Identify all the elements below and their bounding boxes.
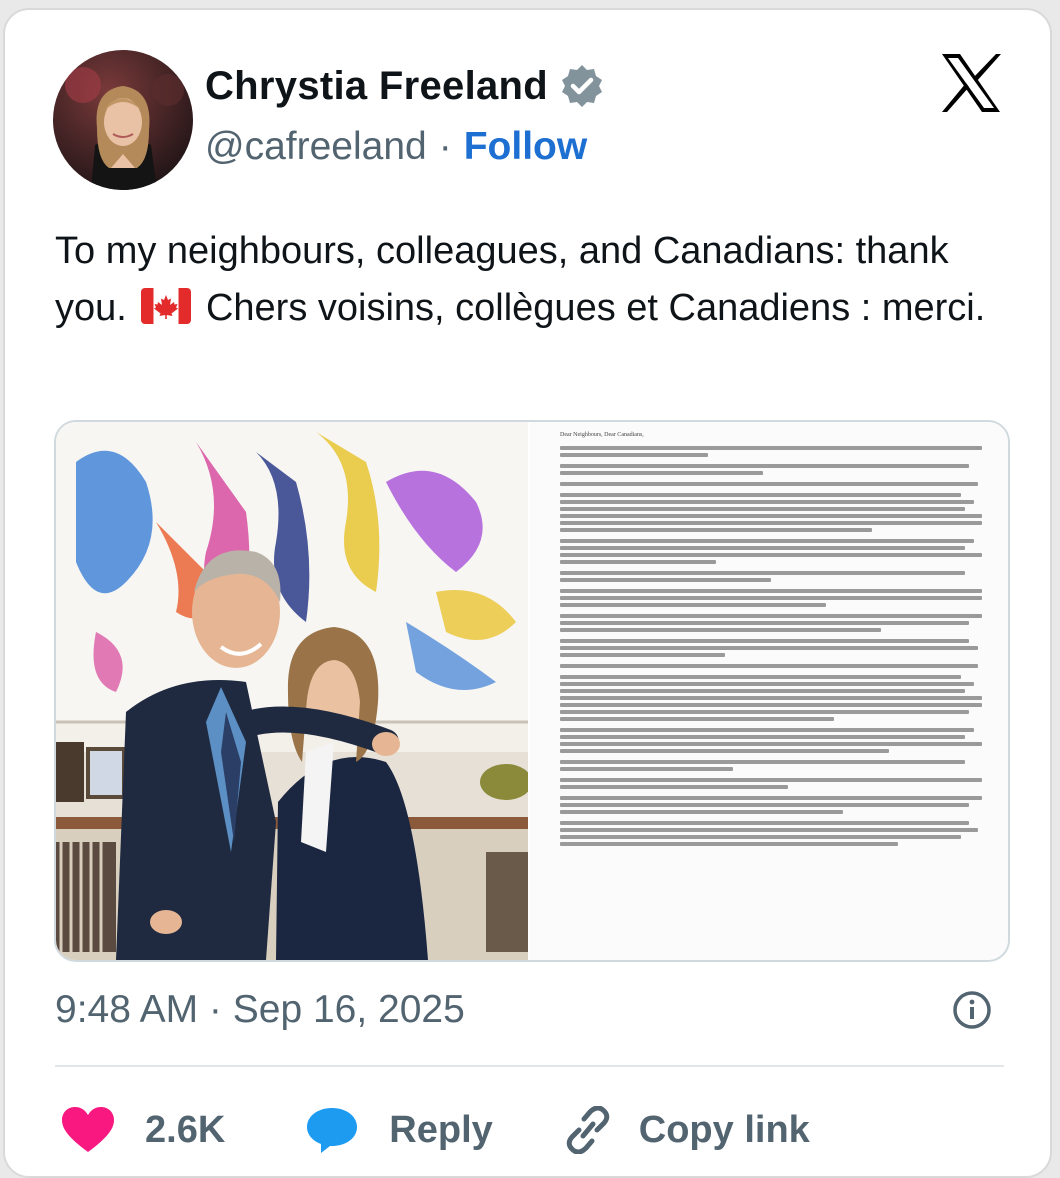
link-icon xyxy=(566,1106,610,1154)
letter-text-block: Dear Neighbours, Dear Canadians, xyxy=(530,422,1008,863)
letter-text-line xyxy=(560,589,982,593)
author-handle[interactable]: @cafreeland xyxy=(205,125,427,169)
letter-text-line xyxy=(560,514,982,518)
letter-text-line xyxy=(560,446,982,450)
letter-text-line xyxy=(560,835,961,839)
letter-text-line xyxy=(560,560,717,564)
letter-text-line xyxy=(560,539,974,543)
letter-paragraph xyxy=(560,675,982,721)
letter-text-line xyxy=(560,703,982,707)
letter-paragraph xyxy=(560,493,982,532)
letter-paragraph xyxy=(560,778,982,789)
letter-text-line xyxy=(560,717,835,721)
letter-text-line xyxy=(560,628,881,632)
letter-text-line xyxy=(560,728,974,732)
letter-text-line xyxy=(560,735,966,739)
media-attachment[interactable]: Dear Neighbours, Dear Canadians, xyxy=(54,420,1010,962)
separator-dot: · xyxy=(438,125,452,168)
letter-paragraph xyxy=(560,664,982,668)
letter-text-line xyxy=(560,760,966,764)
letter-text-line xyxy=(560,696,982,700)
reply-button[interactable]: Reply xyxy=(305,1106,493,1154)
canada-flag-icon xyxy=(141,288,192,324)
letter-text-line xyxy=(560,471,763,475)
avatar[interactable] xyxy=(53,50,193,190)
letter-image[interactable]: Dear Neighbours, Dear Canadians, xyxy=(530,422,1008,960)
letter-text-line xyxy=(560,546,966,550)
letter-text-line xyxy=(560,453,708,457)
letter-text-line xyxy=(560,464,970,468)
letter-paragraph xyxy=(560,571,982,582)
action-bar: 2.6K Reply Copy link xyxy=(61,1106,810,1154)
letter-text-line xyxy=(560,689,966,693)
like-button[interactable]: 2.6K xyxy=(61,1106,225,1154)
reply-label: Reply xyxy=(389,1108,493,1151)
letter-salutation: Dear Neighbours, Dear Canadians, xyxy=(560,432,644,438)
letter-paragraph xyxy=(560,539,982,564)
info-icon[interactable] xyxy=(952,990,992,1030)
like-count: 2.6K xyxy=(145,1108,226,1151)
letter-text-line xyxy=(560,821,970,825)
letter-text-line xyxy=(560,500,974,504)
x-logo-icon[interactable] xyxy=(938,50,1004,116)
letter-paragraph xyxy=(560,821,982,846)
letter-text-line xyxy=(560,778,982,782)
letter-paragraph xyxy=(560,482,982,486)
letter-text-line xyxy=(560,578,771,582)
letter-text-line xyxy=(560,493,961,497)
letter-text-line xyxy=(560,528,873,532)
letter-text-line xyxy=(560,749,890,753)
letter-text-line xyxy=(560,767,734,771)
letter-text-line xyxy=(560,521,982,525)
post-text-french: Chers voisins, collègues et Canadiens : … xyxy=(205,287,986,329)
copy-link-label: Copy link xyxy=(638,1108,810,1151)
letter-text-line xyxy=(560,621,970,625)
copy-link-button[interactable]: Copy link xyxy=(561,1106,810,1154)
heart-icon xyxy=(62,1107,114,1152)
letter-text-line xyxy=(560,553,982,557)
letter-paragraph xyxy=(560,464,982,475)
letter-text-line xyxy=(560,653,725,657)
letter-paragraph xyxy=(560,760,982,771)
speech-bubble-icon xyxy=(307,1108,358,1153)
letter-paragraph xyxy=(560,728,982,753)
letter-text-line xyxy=(560,710,970,714)
letter-text-line xyxy=(560,646,978,650)
letter-paragraph xyxy=(560,589,982,607)
letter-text-line xyxy=(560,796,982,800)
letter-text-line xyxy=(560,614,982,618)
verified-badge-icon xyxy=(562,65,602,107)
letter-text-line xyxy=(560,803,970,807)
letter-text-line xyxy=(560,639,970,643)
post-card: Chrystia Freeland @cafreeland · Follow T… xyxy=(3,8,1052,1178)
letter-text-line xyxy=(560,482,978,486)
letter-text-line xyxy=(560,596,982,600)
photo-image[interactable] xyxy=(56,422,528,960)
divider xyxy=(55,1065,1004,1067)
letter-text-line xyxy=(560,675,961,679)
letter-text-line xyxy=(560,842,898,846)
letter-text-line xyxy=(560,507,966,511)
letter-text-line xyxy=(560,682,974,686)
post-timestamp[interactable]: 9:48 AM · Sep 16, 2025 xyxy=(55,988,465,1032)
letter-text-line xyxy=(560,664,978,668)
letter-paragraph xyxy=(560,639,982,657)
letter-text-line xyxy=(560,742,982,746)
letter-text-line xyxy=(560,603,826,607)
follow-button[interactable]: Follow xyxy=(464,125,587,169)
letter-paragraph xyxy=(560,796,982,814)
letter-paragraph xyxy=(560,446,982,457)
letter-paragraph xyxy=(560,614,982,632)
letter-text-line xyxy=(560,571,966,575)
author-name[interactable]: Chrystia Freeland xyxy=(205,64,548,109)
letter-text-line xyxy=(560,785,788,789)
post-text: To my neighbours, colleagues, and Canadi… xyxy=(55,223,1005,337)
letter-text-line xyxy=(560,810,843,814)
letter-text-line xyxy=(560,828,978,832)
